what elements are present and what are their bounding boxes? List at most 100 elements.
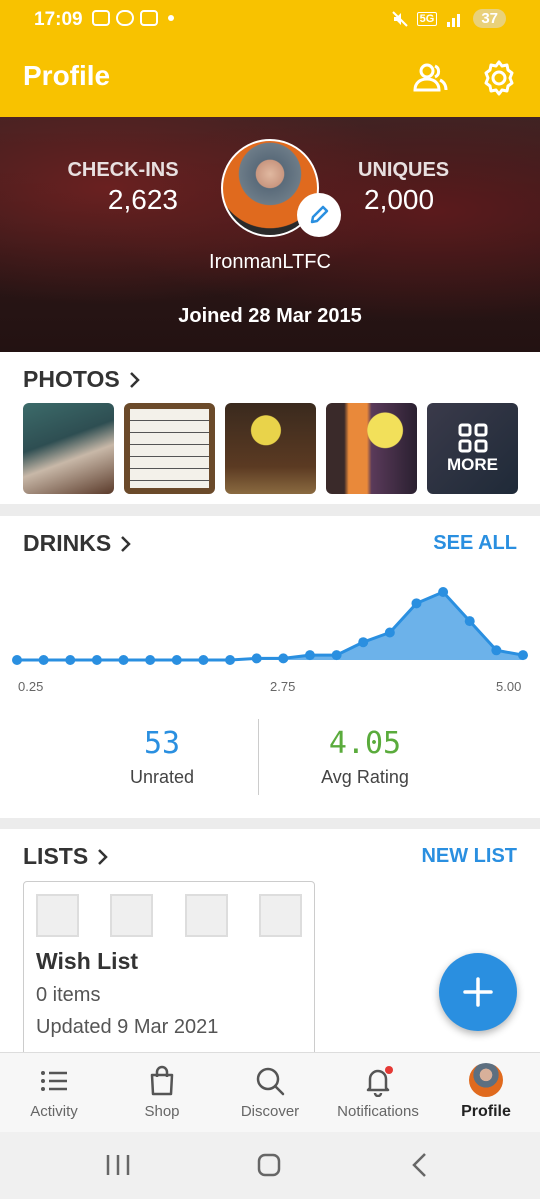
chart-point [491,645,502,656]
profile-avatar-icon [469,1063,503,1097]
nav-label: Activity [30,1103,78,1120]
add-checkin-button[interactable] [439,953,517,1031]
photo-thumbnail[interactable] [124,403,215,494]
photo-thumbnail[interactable] [326,403,417,494]
system-nav-bar [0,1132,540,1199]
nav-shop[interactable]: Shop [108,1053,216,1133]
pencil-icon [310,205,329,224]
grid-icon [458,423,487,452]
chart-point [65,655,76,665]
checkins-label: CHECK-INS [67,159,179,181]
stat-divider [258,719,259,795]
nav-activity[interactable]: Activity [0,1053,108,1133]
uniques-value: 2,000 [364,184,435,215]
nav-label: Profile [461,1103,511,1120]
list-thumbnail [36,894,79,937]
avg-rating-value: 4.05 [328,726,402,761]
drinks-title: DRINKS [23,530,112,556]
chart-point [171,655,182,665]
status-time: 17:09 [34,9,83,30]
more-notifications-icon [168,15,174,21]
chart-point [145,655,156,665]
chart-point [384,627,395,638]
x-tick-label: 0.25 [18,679,44,694]
drinks-header[interactable]: DRINKS [23,530,133,557]
nav-label: Notifications [337,1103,419,1120]
username: IronmanLTFC [209,251,331,273]
checkins-stat[interactable]: CHECK-INS 2,623 [58,159,188,216]
chart-point [304,650,315,661]
chat-icon [116,10,134,26]
avg-rating-label: Avg Rating [321,767,409,787]
list-name: Wish List [36,948,139,974]
more-photos-button[interactable]: MORE [427,403,518,494]
profile-screen: 17:09 5G 37 Profile CHECK-INS 2,623 UNIQ… [0,0,540,1199]
screenshot-icon [92,10,110,26]
nav-label: Shop [144,1103,180,1120]
chart-point [518,650,528,661]
x-tick-label: 5.00 [496,679,522,694]
status-bar: 17:09 5G 37 [0,0,540,38]
nav-notifications[interactable]: Notifications [324,1053,432,1133]
chevron-right-icon [121,535,131,552]
more-label: MORE [447,454,498,474]
mute-icon [391,10,408,27]
shopping-bag-icon [150,1065,174,1096]
see-all-link[interactable]: SEE ALL [433,532,517,555]
chart-point [438,587,449,597]
status-notification-icons [92,10,174,26]
chart-point [358,637,369,648]
list-thumbnail [259,894,302,937]
list-thumbnail [110,894,153,937]
edit-profile-button[interactable] [297,193,341,237]
chevron-right-icon [98,848,108,865]
bell-icon [366,1066,393,1097]
back-icon[interactable] [408,1151,432,1179]
new-list-button[interactable]: NEW LIST [421,845,517,868]
search-icon [256,1067,285,1096]
nav-profile[interactable]: Profile [432,1053,540,1133]
list-card-wish-list[interactable]: Wish List 0 items Updated 9 Mar 2021 [23,881,315,1061]
photos-section: PHOTOS MORE [0,352,540,504]
plus-icon [463,977,493,1007]
chart-point [198,655,209,665]
app-bar: Profile [0,38,540,117]
settings-icon[interactable] [479,58,519,98]
x-tick-label: 2.75 [270,679,296,694]
photos-header[interactable]: PHOTOS [23,366,142,393]
chart-point [251,653,262,664]
lists-title: LISTS [23,843,89,869]
unrated-label: Unrated [129,767,195,787]
friends-icon[interactable] [410,58,450,98]
list-count: 0 items [36,984,101,1006]
chart-point [411,598,422,609]
chart-point [331,650,342,661]
list-thumbnail [185,894,228,937]
chevron-right-icon [129,371,140,388]
list-updated: Updated 9 Mar 2021 [36,1016,219,1038]
signal-icon [447,13,461,27]
joined-date: Joined 28 Mar 2015 [178,305,362,327]
uniques-label: UNIQUES [358,159,450,181]
chart-point [118,655,129,665]
home-icon[interactable] [255,1151,283,1179]
chart-point [464,616,475,627]
chart-point [12,655,22,665]
battery-level: 37 [473,9,506,28]
nav-label: Discover [240,1103,300,1120]
list-icon [41,1071,67,1091]
photo-thumbnail[interactable] [225,403,316,494]
bottom-nav: Activity Shop Discover Notifications Pro… [0,1052,540,1132]
checkins-value: 2,623 [107,184,178,215]
recent-apps-icon[interactable] [104,1152,132,1178]
uniques-stat[interactable]: UNIQUES 2,000 [358,159,463,216]
chart-point [38,655,49,665]
chart-point [91,655,102,665]
chart-area [17,592,523,660]
network-indicator: 5G [416,11,438,26]
nav-discover[interactable]: Discover [216,1053,324,1133]
photo-thumbnail[interactable] [23,403,114,494]
lists-header[interactable]: LISTS [23,843,110,870]
profile-header: CHECK-INS 2,623 UNIQUES 2,000 IronmanLTF… [0,117,540,352]
photos-title: PHOTOS [23,366,120,392]
